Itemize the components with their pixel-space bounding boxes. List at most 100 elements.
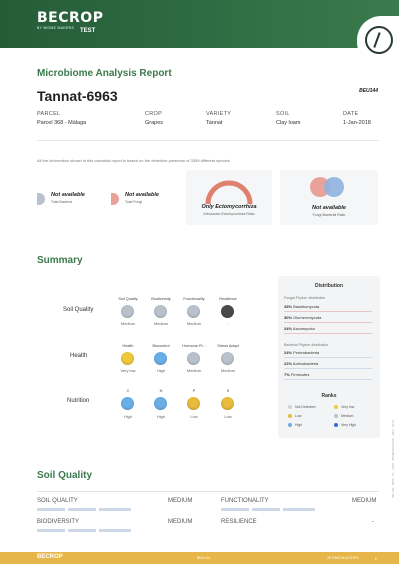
metric-label: Total Fungi xyxy=(125,200,143,204)
sq-bar xyxy=(283,508,315,511)
fungal-title: Fungal Phylum distribution xyxy=(284,296,326,300)
pct: 24% xyxy=(284,326,293,331)
legend-label: Low xyxy=(295,414,302,418)
meta-date: DATE 1-Jan-2018 xyxy=(343,111,371,126)
legend-label: Very low xyxy=(341,405,355,409)
rank-dot xyxy=(121,305,134,318)
report-code: BEU144 xyxy=(359,88,378,94)
divider xyxy=(37,491,379,492)
sq-label: RESILIENCE xyxy=(221,519,257,525)
row-label-nutrition: Nutrition xyxy=(67,398,90,404)
footer-code: BEU144 xyxy=(197,556,211,560)
sq-value: MEDIUM xyxy=(168,519,193,525)
fungal-item: 24% Ascomycota xyxy=(284,326,315,331)
legend-dot-icon xyxy=(334,423,338,428)
divider xyxy=(37,140,379,141)
dist-bar xyxy=(284,368,372,369)
bacterial-item: 22% Actinobacteria xyxy=(284,361,318,366)
rank-value: Medium xyxy=(186,321,202,326)
metric-label: Fungi-Bacterial Ratio xyxy=(312,213,346,217)
sample-name: Tannat-6963 xyxy=(37,88,118,104)
meta-key: CROP xyxy=(145,111,163,117)
page-number: 1 xyxy=(374,556,377,561)
metric-value: Not available xyxy=(51,192,85,198)
pct: 30% xyxy=(284,315,293,320)
legend-label: High xyxy=(295,423,303,427)
detection-note: All the information shown in this microb… xyxy=(37,158,230,163)
col-header: Health xyxy=(122,344,134,348)
legend-dot-icon xyxy=(288,405,292,410)
row-label-health: Health xyxy=(70,353,88,359)
row-label-soil: Soil Quality xyxy=(63,307,94,313)
fungi-bacteria-card: Not available Fungi-Bacterial Ratio xyxy=(280,170,378,225)
report-footer: BECROP BEU144 BIOMEMAKERS 1 xyxy=(0,552,399,564)
sq-bar xyxy=(99,508,131,511)
rank-legend: Not Detected xyxy=(288,405,316,410)
meta-value: 1-Jan-2018 xyxy=(343,120,371,126)
bacterial-item: 7% Firmicutes xyxy=(284,372,309,377)
summary-heading: Summary xyxy=(37,255,83,266)
soil-quality-heading: Soil Quality xyxy=(37,470,93,481)
legend-label: Very High xyxy=(341,423,357,427)
rank-dot xyxy=(221,305,234,318)
col-header: Biocontrol xyxy=(152,344,170,348)
phylum: Actinobacteria xyxy=(292,361,319,366)
rank-legend: Very low xyxy=(334,405,355,410)
dist-bar xyxy=(284,379,372,380)
brand-sub: BY BIOME MAKERS xyxy=(37,26,75,30)
phylum: Ascomycota xyxy=(292,326,315,331)
rank-legend: Very High xyxy=(334,423,357,428)
sq-bar xyxy=(37,529,65,532)
pct: 7% xyxy=(284,372,290,377)
pct: 45% xyxy=(284,304,293,309)
brand-test: TEST xyxy=(80,28,96,34)
rank-dot xyxy=(187,397,200,410)
meta-value: Parcel 368 - Málaga xyxy=(37,120,87,126)
legend-dot-icon xyxy=(334,414,338,419)
sq-label: BIODIVERSITY xyxy=(37,519,80,525)
footer-logo: BECROP xyxy=(37,554,63,560)
sq-bar xyxy=(68,508,96,511)
meta-key: SOIL xyxy=(276,111,290,117)
col-header: K xyxy=(226,389,230,393)
rank-value: High xyxy=(156,414,166,419)
rank-value: Medium xyxy=(186,368,202,373)
sq-value: MEDIUM xyxy=(168,498,193,504)
phylum: Firmicutes xyxy=(290,372,310,377)
metric-value: Not available xyxy=(312,205,346,211)
rank-dot xyxy=(221,352,234,365)
bacteria-half-icon xyxy=(37,193,45,205)
meta-key: DATE xyxy=(343,111,359,117)
report-title: Microbiome Analysis Report xyxy=(37,68,172,79)
legend-dot-icon xyxy=(288,414,292,419)
brand-logo: BECROP xyxy=(37,10,104,26)
rank-dot xyxy=(221,397,234,410)
rank-dot xyxy=(187,305,200,318)
col-header: Functionality xyxy=(183,297,205,301)
rank-value: - xyxy=(227,321,229,326)
arch-gauge-icon xyxy=(205,180,253,205)
pct: 24% xyxy=(284,350,293,355)
distribution-panel: Distribution Fungal Phylum distribution … xyxy=(278,276,380,438)
col-header: C xyxy=(126,389,130,393)
legend-label: Medium xyxy=(341,414,354,418)
sq-value: - xyxy=(372,519,374,525)
bacteria-circle-icon xyxy=(324,177,344,197)
legend-label: Not Detected xyxy=(295,405,316,409)
phylum: Proteobacteria xyxy=(293,350,320,355)
rank-dot xyxy=(121,352,134,365)
rank-legend: Low xyxy=(288,414,302,419)
metric-ratio: Only Ectomycorrhiza Arbuscular-Ectomycor… xyxy=(186,204,272,216)
rank-value: Very low xyxy=(120,368,136,373)
meta-value: Tannat xyxy=(206,120,223,126)
dist-bar xyxy=(284,311,372,312)
metric-bacteria: Not available Total Bacteria xyxy=(51,192,85,204)
rank-value: Low xyxy=(190,414,198,419)
rank-legend: High xyxy=(288,423,303,428)
rank-value: Medium xyxy=(120,321,136,326)
pct: 22% xyxy=(284,361,293,366)
sq-value: MEDIUM xyxy=(352,498,377,504)
metric-value: Not available xyxy=(125,192,159,198)
sq-bar xyxy=(68,529,96,532)
col-header: Resilience xyxy=(219,297,237,301)
